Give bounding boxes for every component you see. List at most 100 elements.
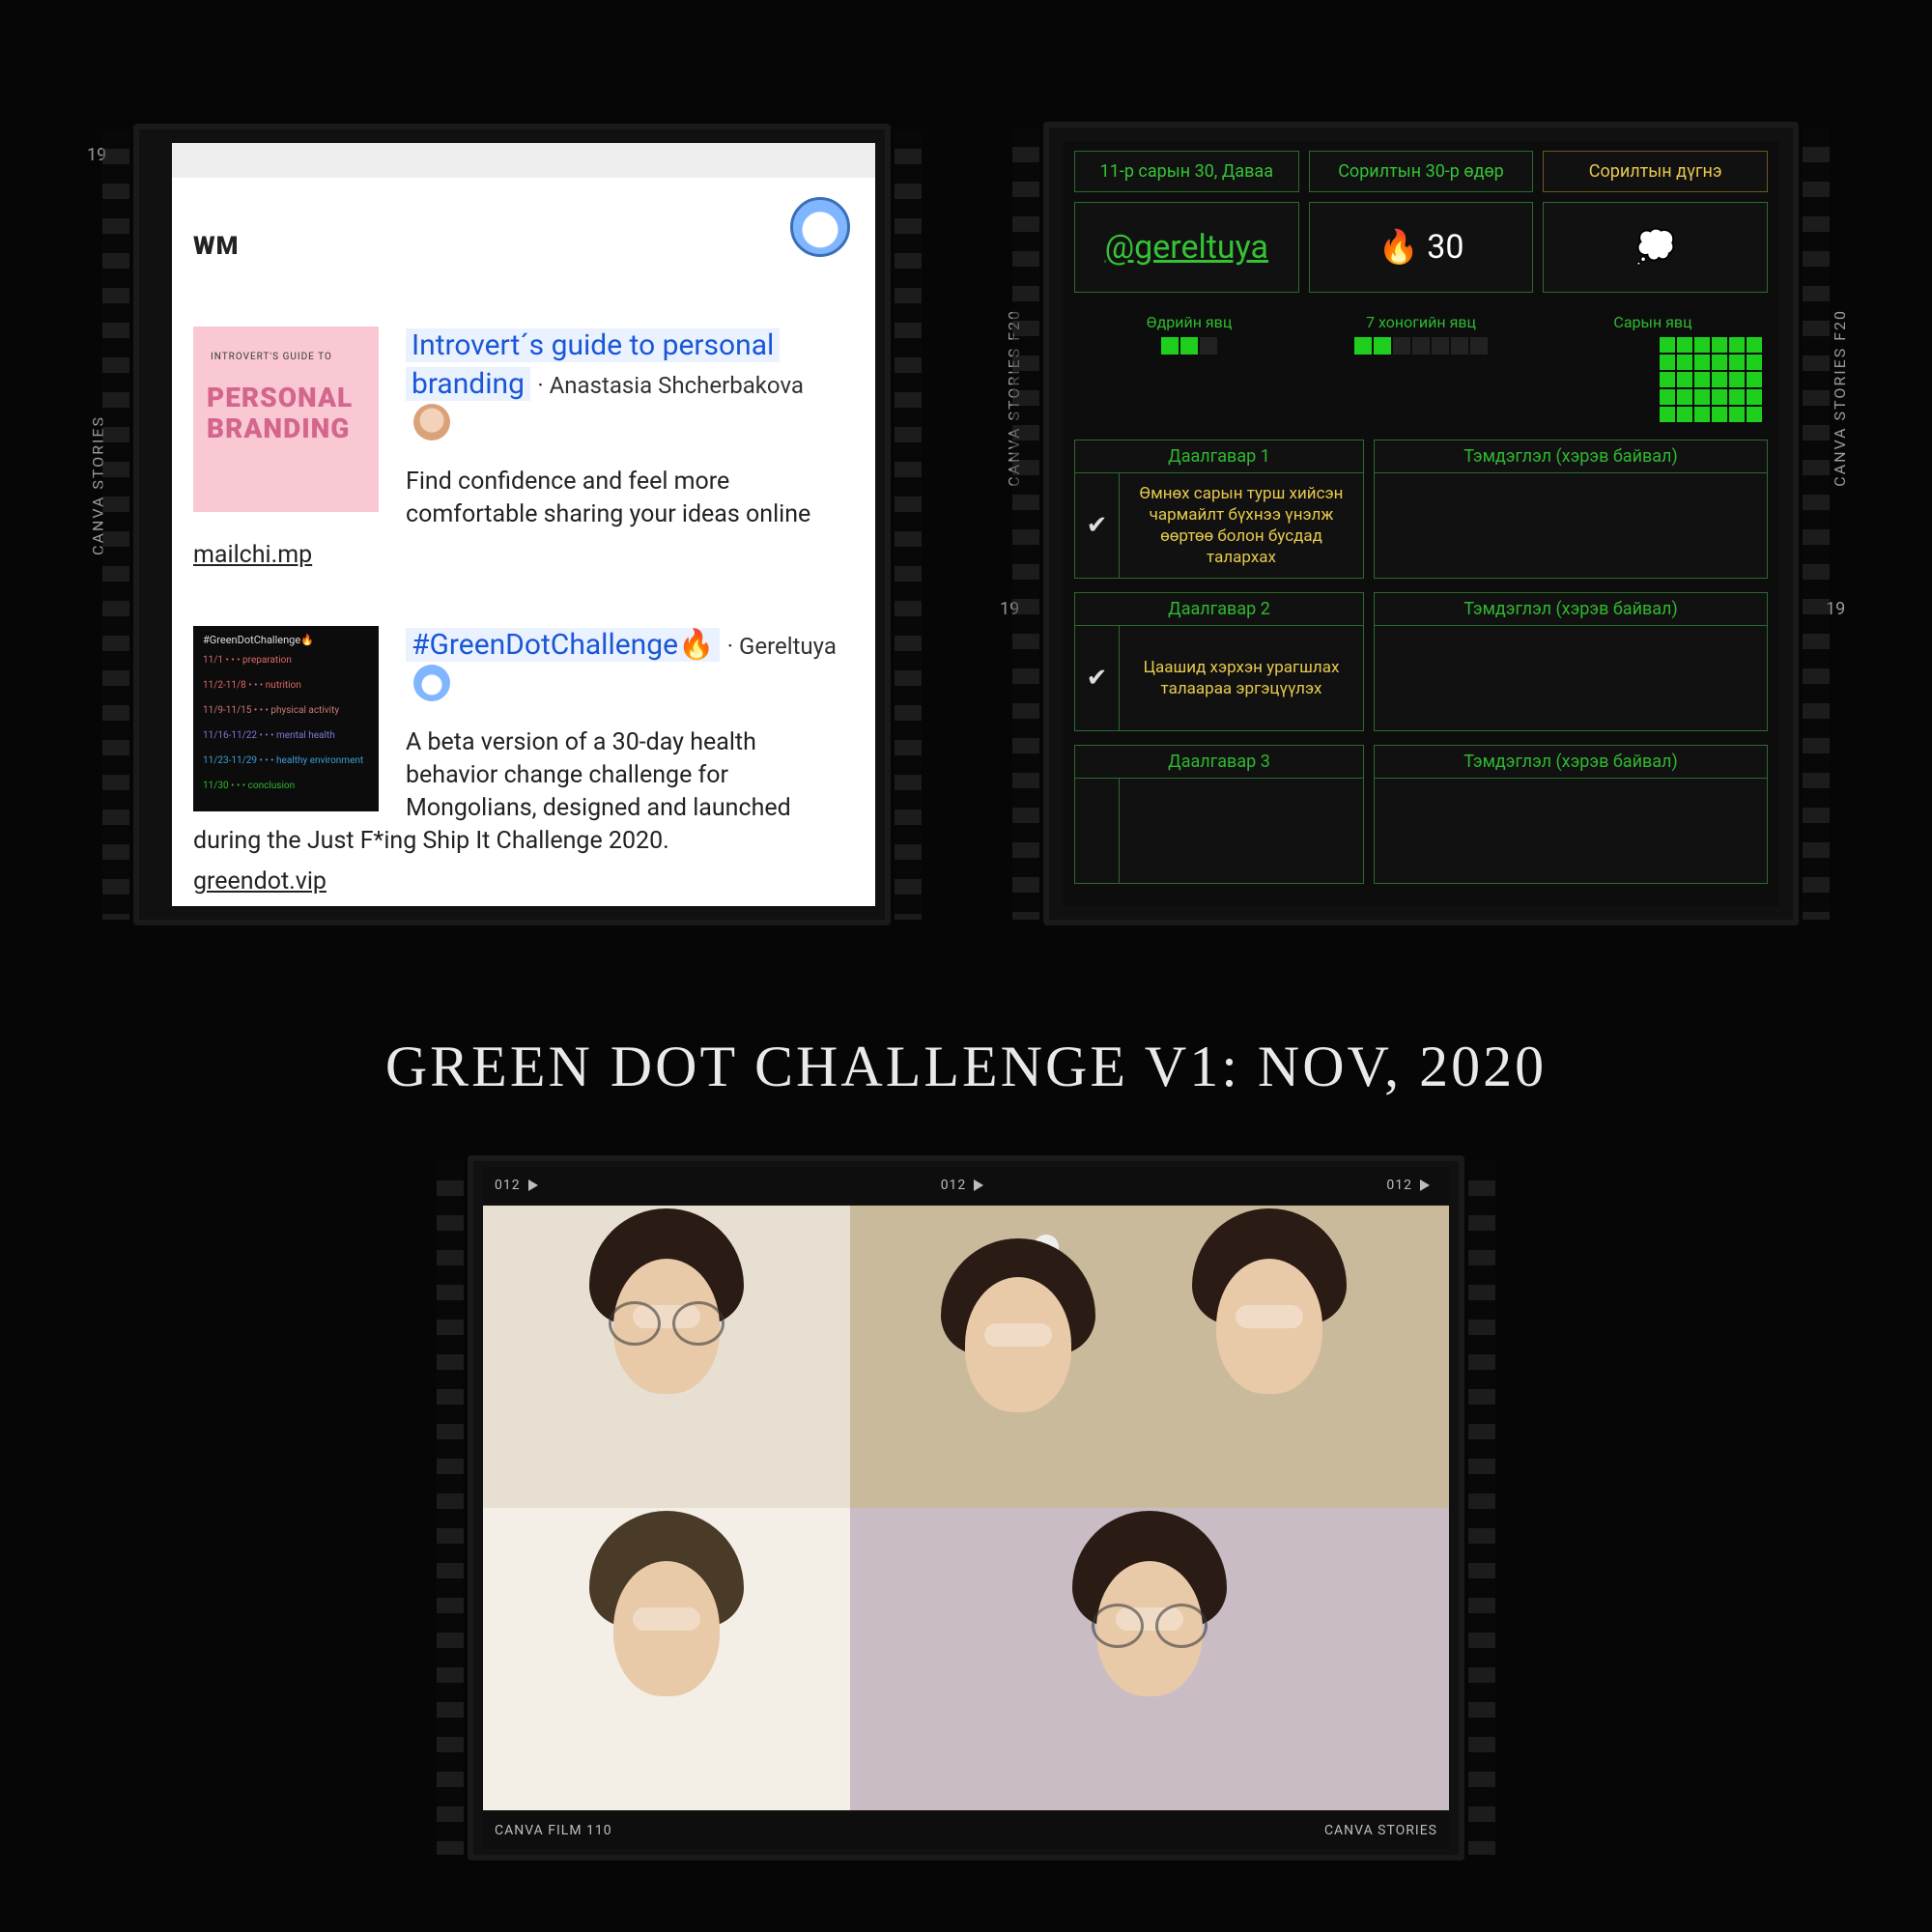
progress-square [1694,355,1710,370]
progress-row: Өдрийн явц 7 хоногийн явц Сарын явц [1063,293,1779,422]
progress-month-label: Сарын явц [1544,314,1762,331]
task-body: ✔Цаашид хэрхэн урагшлах талаараа эргэцүү… [1075,626,1363,730]
task-note[interactable]: Тэмдэглэл (хэрэв байвал) [1374,440,1768,579]
progress-square [1694,372,1710,387]
task-note[interactable]: Тэмдэглэл (хэрэв байвал) [1374,745,1768,884]
task-note-body[interactable] [1375,626,1767,730]
article-source-link[interactable]: mailchi.mp [193,541,312,569]
progress-square [1374,337,1391,355]
browser-topbar [172,143,875,178]
progress-square [1393,337,1410,355]
progress-square [1660,355,1675,370]
progress-square [1412,337,1430,355]
dash-date-cell: 11-р сарын 30, Даваа [1074,151,1299,192]
progress-square [1747,407,1762,422]
task-body [1075,779,1363,883]
article-card-2[interactable]: #GreenDotChallenge🔥 11/1 • • • preparati… [193,626,852,895]
progress-square [1729,389,1745,405]
progress-square [1451,337,1468,355]
progress-square [1677,355,1692,370]
film-frame-num-1: 012 [495,1178,521,1193]
progress-square [1747,389,1762,405]
thumb-big-text: PERSONAL BRANDING [207,383,353,444]
progress-square [1747,372,1762,387]
play-icon [528,1179,538,1191]
task-header: Даалгавар 1 [1075,440,1363,473]
progress-square [1432,337,1449,355]
article-byline-2: · Gereltuya [727,633,837,660]
progress-square [1200,337,1217,355]
progress-square [1712,407,1727,422]
panel-b-inner: 11-р сарын 30, Даваа Сорилтын 30-р өдөр … [1063,141,1779,906]
task-text: Өмнөх сарын турш хийсэн чармайлт бүхнээ … [1120,473,1363,578]
panel-dashboard: 11-р сарын 30, Даваа Сорилтын 30-р өдөр … [1043,122,1799,925]
progress-square [1694,337,1710,353]
film-label-bottom-right: CANVA STORIES [1324,1823,1437,1838]
dash-handle-cell[interactable]: @gereltuya [1074,202,1299,293]
progress-day-label: Өдрийн явц [1080,314,1298,331]
film-bottom-strip: CANVA FILM 110 CANVA STORIES [483,1812,1449,1849]
thumb-gd-row: 11/1 • • • preparation [203,655,292,666]
page-title: GREEN DOT CHALLENGE V1: NOV, 2020 [0,1034,1932,1100]
panel-article-list: WM INTROVERT'S GUIDE TO PERSONAL BRANDIN… [133,124,891,925]
progress-square [1694,407,1710,422]
task-text: Цаашид хэрхэн урагшлах талаараа эргэцүүл… [1120,647,1363,709]
play-icon [1420,1179,1430,1191]
task-left: Даалгавар 2✔Цаашид хэрхэн урагшлах талаа… [1074,592,1364,731]
article-source-link-2[interactable]: greendot.vip [193,867,327,895]
dash-summary-cell: Сорилтын дүгнэ [1543,151,1768,192]
video-tile-2[interactable] [483,1508,850,1810]
progress-square [1677,407,1692,422]
article-title-2[interactable]: #GreenDotChallenge🔥 [406,628,727,662]
progress-square [1712,337,1727,353]
article-thumb-greendot: #GreenDotChallenge🔥 11/1 • • • preparati… [193,626,379,811]
task-note-body[interactable] [1375,473,1767,578]
progress-square [1660,389,1675,405]
progress-square [1470,337,1488,355]
task-header: Даалгавар 3 [1075,746,1363,779]
progress-square [1660,337,1675,353]
thumb-gd-row: 11/2-11/8 • • • nutrition [203,680,301,691]
article-thumb-personal-branding: INTROVERT'S GUIDE TO PERSONAL BRANDING [193,327,379,512]
progress-square [1747,337,1762,353]
thumb-gd-row: 11/9-11/15 • • • physical activity [203,705,339,716]
article-byline: · Anastasia Shcherbakova [537,372,804,399]
progress-square [1729,372,1745,387]
task-note[interactable]: Тэмдэглэл (хэрэв байвал) [1374,592,1768,731]
video-tile-3[interactable] [850,1206,1449,1508]
site-brand: WM [193,232,239,261]
thumb-gd-row: 11/23-11/29 • • • healthy environment [203,755,363,766]
progress-square [1712,355,1727,370]
task-left: Даалгавар 3 [1074,745,1364,884]
progress-square [1180,337,1198,355]
progress-square [1694,389,1710,405]
progress-month: Сарын явц [1544,314,1762,422]
progress-square [1677,337,1692,353]
user-handle[interactable]: @gereltuya [1105,228,1268,267]
task-body: ✔Өмнөх сарын турш хийсэн чармайлт бүхнээ… [1075,473,1363,578]
thumb-gd-row: 11/16-11/22 • • • mental health [203,730,335,741]
thumb-gd-row: 11/30 • • • conclusion [203,781,295,791]
canvas: CANVA STORIES 19 CANVA STORIES F20 19 CA… [0,0,1932,1932]
video-tile-1[interactable] [483,1206,850,1508]
panel-a-inner: WM INTROVERT'S GUIDE TO PERSONAL BRANDIN… [172,143,875,906]
task-note-body[interactable] [1375,779,1767,883]
article-card-1[interactable]: INTROVERT'S GUIDE TO PERSONAL BRANDING I… [193,327,852,569]
task-checkbox[interactable]: ✔ [1075,626,1120,730]
task-row: Даалгавар 3 Тэмдэглэл (хэрэв байвал) [1074,745,1768,884]
task-checkbox[interactable]: ✔ [1075,473,1120,578]
progress-square [1660,407,1675,422]
video-tile-4[interactable] [850,1508,1449,1810]
profile-avatar-icon[interactable] [790,197,850,257]
panel-video-call: 012 012 012 [468,1155,1464,1861]
dash-cloud-cell: 💭 [1543,202,1768,293]
task-checkbox[interactable] [1075,779,1120,883]
progress-square [1712,389,1727,405]
dashboard-header-row: 11-р сарын 30, Даваа Сорилтын 30-р өдөр … [1063,141,1779,192]
progress-week-label: 7 хоногийн явц [1312,314,1530,331]
film-label-bottom-left: CANVA FILM 110 [495,1823,612,1838]
progress-square [1161,337,1179,355]
progress-square [1712,372,1727,387]
task-left: Даалгавар 1✔Өмнөх сарын турш хийсэн чарм… [1074,440,1364,579]
progress-square [1354,337,1372,355]
